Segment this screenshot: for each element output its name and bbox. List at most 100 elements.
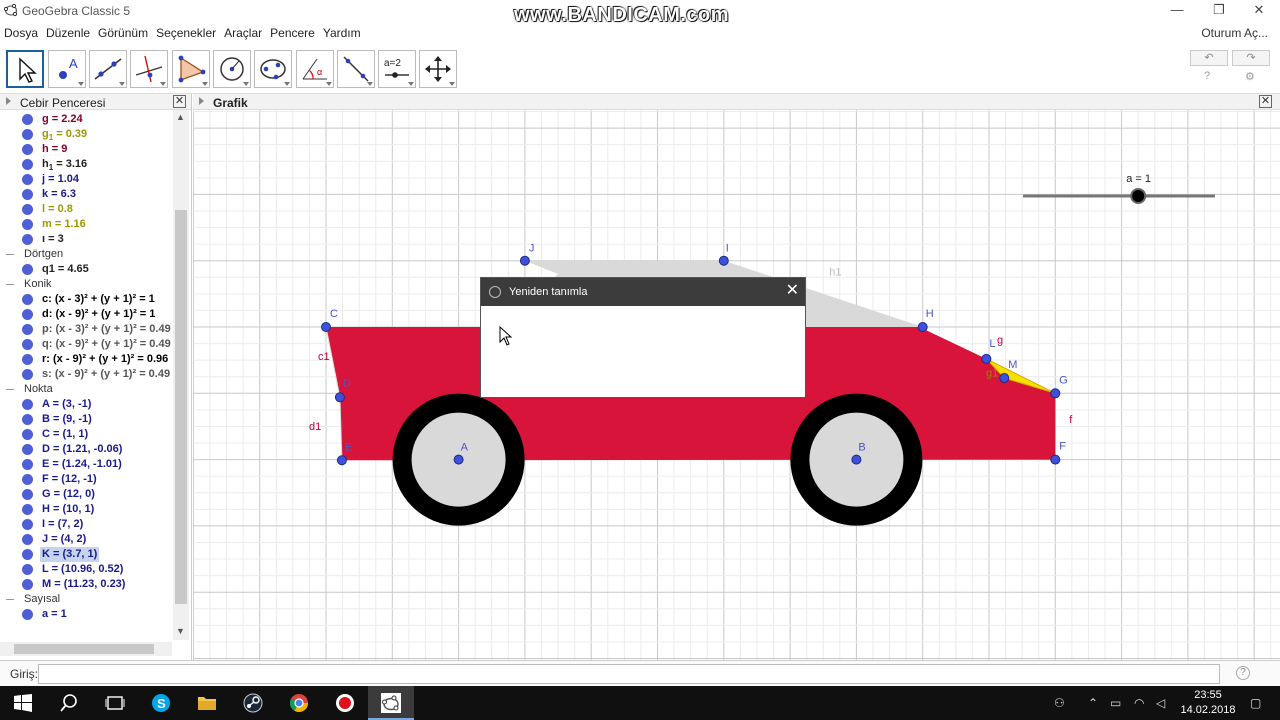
algebra-item[interactable]: I = (7, 2) [0, 517, 172, 532]
algebra-item[interactable]: A = (3, -1) [0, 397, 172, 412]
point-tool-button[interactable]: A [48, 50, 86, 88]
menu-pencere[interactable]: Pencere [266, 24, 319, 42]
search-button[interactable] [46, 686, 92, 720]
polygon-tool-button[interactable] [172, 50, 210, 88]
help-icon[interactable]: ? [1204, 70, 1210, 82]
visibility-toggle-icon[interactable] [22, 159, 33, 170]
move-graphics-tool-button[interactable] [419, 50, 457, 88]
algebra-item[interactable]: p: (x - 3)² + (y + 1)² = 0.49 [0, 322, 172, 337]
algebra-item[interactable]: j = 1.04 [0, 172, 172, 187]
algebra-category[interactable]: Dörtgen [0, 247, 172, 262]
close-window-button[interactable]: ✕ [1236, 0, 1280, 22]
input-help-icon[interactable]: ? [1236, 666, 1250, 680]
algebra-item[interactable]: K = (3.7, 1) [0, 547, 172, 562]
scroll-up-icon[interactable]: ▲ [176, 112, 185, 122]
visibility-toggle-icon[interactable] [22, 189, 33, 200]
visibility-toggle-icon[interactable] [22, 294, 33, 305]
algebra-item[interactable]: J = (4, 2) [0, 532, 172, 547]
visibility-toggle-icon[interactable] [22, 234, 33, 245]
input-field[interactable] [38, 664, 1220, 684]
algebra-vertical-scrollbar[interactable]: ▲ ▼ [173, 110, 189, 640]
visibility-toggle-icon[interactable] [22, 474, 33, 485]
algebra-category[interactable]: Konik [0, 277, 172, 292]
menu-dosya[interactable]: Dosya [0, 24, 42, 42]
visibility-toggle-icon[interactable] [22, 429, 33, 440]
bandicam-taskbar-button[interactable] [322, 686, 368, 720]
algebra-item[interactable]: h = 9 [0, 142, 172, 157]
visibility-toggle-icon[interactable] [22, 534, 33, 545]
visibility-toggle-icon[interactable] [22, 579, 33, 590]
redo-button[interactable]: ↷ [1232, 50, 1270, 66]
notifications-icon[interactable]: ▢ [1250, 696, 1261, 710]
visibility-toggle-icon[interactable] [22, 609, 33, 620]
steam-taskbar-button[interactable] [230, 686, 276, 720]
visibility-toggle-icon[interactable] [22, 354, 33, 365]
visibility-toggle-icon[interactable] [22, 114, 33, 125]
algebra-item[interactable]: M = (11.23, 0.23) [0, 577, 172, 592]
algebra-item[interactable]: g1 = 0.39 [0, 127, 172, 142]
slider-tool-button[interactable]: a=2 [378, 50, 416, 88]
algebra-item[interactable]: h1 = 3.16 [0, 157, 172, 172]
collapse-arrow-icon[interactable] [6, 97, 11, 105]
start-button[interactable] [0, 686, 46, 720]
visibility-toggle-icon[interactable] [22, 324, 33, 335]
visibility-toggle-icon[interactable] [22, 549, 33, 560]
scroll-thumb[interactable] [175, 210, 187, 604]
battery-icon[interactable]: ▭ [1110, 696, 1121, 710]
visibility-toggle-icon[interactable] [22, 339, 33, 350]
people-icon[interactable]: ⚇ [1054, 696, 1065, 710]
hscroll-thumb[interactable] [14, 644, 154, 654]
chrome-taskbar-button[interactable] [276, 686, 322, 720]
algebra-item[interactable]: B = (9, -1) [0, 412, 172, 427]
algebra-item[interactable]: l = 0.8 [0, 202, 172, 217]
menu-duzenle[interactable]: Düzenle [42, 24, 94, 42]
circle-tool-button[interactable] [213, 50, 251, 88]
algebra-item[interactable]: q1 = 4.65 [0, 262, 172, 277]
menu-yardim[interactable]: Yardım [319, 24, 365, 42]
algebra-item[interactable]: H = (10, 1) [0, 502, 172, 517]
algebra-item[interactable]: s: (x - 9)² + (y + 1)² = 0.49 [0, 367, 172, 382]
volume-icon[interactable]: ◁ [1156, 696, 1165, 710]
close-algebra-icon[interactable]: ✕ [173, 95, 186, 108]
clock[interactable]: 23:55 14.02.2018 [1178, 688, 1238, 718]
visibility-toggle-icon[interactable] [22, 564, 33, 575]
visibility-toggle-icon[interactable] [22, 204, 33, 215]
algebra-item[interactable]: k = 6.3 [0, 187, 172, 202]
algebra-item[interactable]: C = (1, 1) [0, 427, 172, 442]
show-hidden-icons[interactable]: ⌃ [1088, 696, 1098, 710]
menu-gorunum[interactable]: Görünüm [94, 24, 152, 42]
line-tool-button[interactable] [89, 50, 127, 88]
undo-button[interactable]: ↶ [1190, 50, 1228, 66]
visibility-toggle-icon[interactable] [22, 129, 33, 140]
angle-tool-button[interactable]: α [296, 50, 334, 88]
algebra-item[interactable]: q: (x - 9)² + (y + 1)² = 0.49 [0, 337, 172, 352]
minimize-button[interactable]: — [1154, 0, 1200, 22]
algebra-category[interactable]: Nokta [0, 382, 172, 397]
algebra-item[interactable]: L = (10.96, 0.52) [0, 562, 172, 577]
algebra-item[interactable]: ı = 3 [0, 232, 172, 247]
algebra-item[interactable]: D = (1.21, -0.06) [0, 442, 172, 457]
geogebra-taskbar-button[interactable] [368, 686, 414, 720]
menu-araclar[interactable]: Araçlar [220, 24, 266, 42]
algebra-item[interactable]: G = (12, 0) [0, 487, 172, 502]
close-graphics-icon[interactable]: ✕ [1259, 95, 1272, 108]
algebra-item[interactable]: m = 1.16 [0, 217, 172, 232]
move-tool-button[interactable] [6, 50, 44, 88]
settings-icon[interactable]: ⚙ [1245, 70, 1255, 83]
skype-taskbar-button[interactable]: S [138, 686, 184, 720]
algebra-item[interactable]: c: (x - 3)² + (y + 1)² = 1 [0, 292, 172, 307]
conic-tool-button[interactable] [254, 50, 292, 88]
collapse-arrow-icon[interactable] [199, 97, 204, 105]
scroll-down-icon[interactable]: ▼ [176, 626, 185, 636]
algebra-item[interactable]: F = (12, -1) [0, 472, 172, 487]
algebra-item[interactable]: g = 2.24 [0, 112, 172, 127]
visibility-toggle-icon[interactable] [22, 219, 33, 230]
visibility-toggle-icon[interactable] [22, 444, 33, 455]
algebra-category[interactable]: Sayısal [0, 592, 172, 607]
sign-in-link[interactable]: Oturum Aç... [1201, 26, 1268, 40]
visibility-toggle-icon[interactable] [22, 489, 33, 500]
slider-knob[interactable] [1130, 188, 1147, 204]
wifi-icon[interactable]: ◠ [1134, 696, 1144, 710]
algebra-item[interactable]: d: (x - 9)² + (y + 1)² = 1 [0, 307, 172, 322]
task-view-button[interactable] [92, 686, 138, 720]
